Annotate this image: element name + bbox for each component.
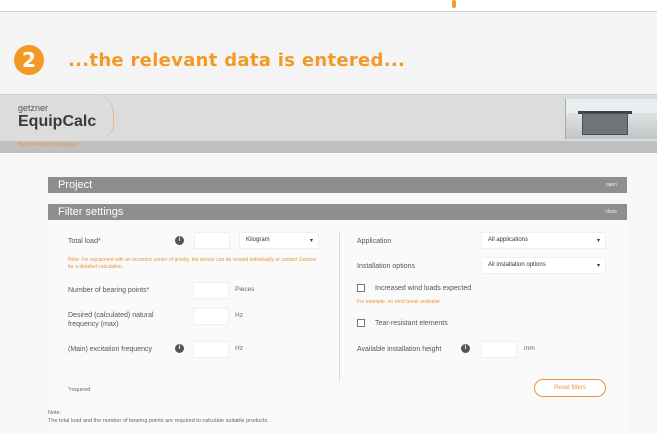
panel-filter-close[interactable]: close bbox=[605, 209, 617, 215]
natural-frequency-label: Desired (calculated) natural frequency (… bbox=[68, 312, 154, 328]
step-number: 2 bbox=[14, 45, 44, 75]
total-load-note: Note: For equipment with an eccentric ce… bbox=[68, 257, 317, 270]
total-load-input[interactable] bbox=[194, 232, 230, 249]
top-line bbox=[0, 0, 657, 12]
footer-note-text: The total load and the number of bearing… bbox=[48, 418, 269, 424]
application-select[interactable]: All applications ▾ bbox=[481, 232, 606, 249]
installation-height-input[interactable] bbox=[481, 341, 517, 358]
tear-resistant-label: Tear-resistant elements bbox=[375, 320, 448, 327]
application-label: Application bbox=[357, 238, 392, 245]
nav-bar: Back to Product Catalogue bbox=[0, 141, 657, 153]
bearing-points-label: Number of bearing points* bbox=[68, 287, 150, 294]
info-icon[interactable]: i bbox=[461, 344, 470, 353]
required-hint: *required bbox=[68, 387, 91, 393]
step-text: ...the relevant data is entered... bbox=[68, 49, 406, 71]
load-unit-value: Kilogram bbox=[246, 237, 270, 243]
header-curve bbox=[96, 95, 114, 141]
total-load-label: Total load* bbox=[68, 238, 101, 245]
info-icon[interactable]: i bbox=[175, 236, 184, 245]
app-title: EquipCalc bbox=[18, 113, 97, 130]
wind-loads-checkbox[interactable] bbox=[357, 284, 365, 292]
bearing-points-input[interactable] bbox=[193, 282, 229, 299]
app-header: getzner EquipCalc bbox=[0, 95, 657, 141]
installation-height-label: Available installation height bbox=[357, 346, 442, 353]
chevron-down-icon: ▾ bbox=[309, 238, 313, 244]
brand-logo: getzner bbox=[18, 103, 49, 113]
wind-loads-note: For example, no wind break available bbox=[357, 299, 440, 305]
installation-select[interactable]: All installation options ▾ bbox=[481, 257, 606, 274]
back-to-catalogue-link[interactable]: Back to Product Catalogue bbox=[18, 142, 77, 148]
bearing-points-unit: Pieces bbox=[235, 286, 255, 293]
header-photo bbox=[565, 99, 657, 139]
footer-note-title: Note: bbox=[48, 410, 62, 416]
application-value: All applications bbox=[488, 237, 529, 243]
panel-filter-title: Filter settings bbox=[58, 206, 124, 218]
installation-label: Installation options bbox=[357, 263, 415, 270]
info-icon[interactable]: i bbox=[175, 344, 184, 353]
excitation-input[interactable] bbox=[193, 341, 229, 358]
photo-equipment bbox=[582, 113, 628, 135]
panel-project-open[interactable]: open bbox=[606, 182, 617, 188]
installation-height-unit: mm bbox=[524, 345, 535, 352]
tear-resistant-checkbox[interactable] bbox=[357, 319, 365, 327]
chevron-down-icon: ▾ bbox=[596, 238, 600, 244]
natural-frequency-unit: Hz bbox=[235, 312, 243, 319]
chevron-down-icon: ▾ bbox=[596, 263, 600, 269]
panel-filter-settings[interactable]: Filter settings close bbox=[48, 204, 627, 220]
panel-project-title: Project bbox=[58, 179, 93, 191]
reset-filters-button[interactable]: Reset filters bbox=[534, 379, 606, 397]
panel-project[interactable]: Project open bbox=[48, 177, 627, 193]
excitation-unit: Hz bbox=[235, 345, 243, 352]
column-divider bbox=[339, 233, 340, 381]
excitation-label: (Main) excitation frequency bbox=[68, 346, 153, 353]
installation-value: All installation options bbox=[488, 262, 546, 268]
natural-frequency-input[interactable] bbox=[193, 308, 229, 325]
step-heading: 2 ...the relevant data is entered... bbox=[14, 30, 405, 90]
filter-form: Total load* i Kilogram ▾ Note: For equip… bbox=[48, 221, 627, 434]
equipcalc-app: getzner EquipCalc Back to Product Catalo… bbox=[0, 94, 657, 434]
load-unit-select[interactable]: Kilogram ▾ bbox=[239, 232, 319, 249]
wind-loads-label: Increased wind loads expected bbox=[375, 285, 472, 292]
accent-mark bbox=[452, 0, 456, 8]
